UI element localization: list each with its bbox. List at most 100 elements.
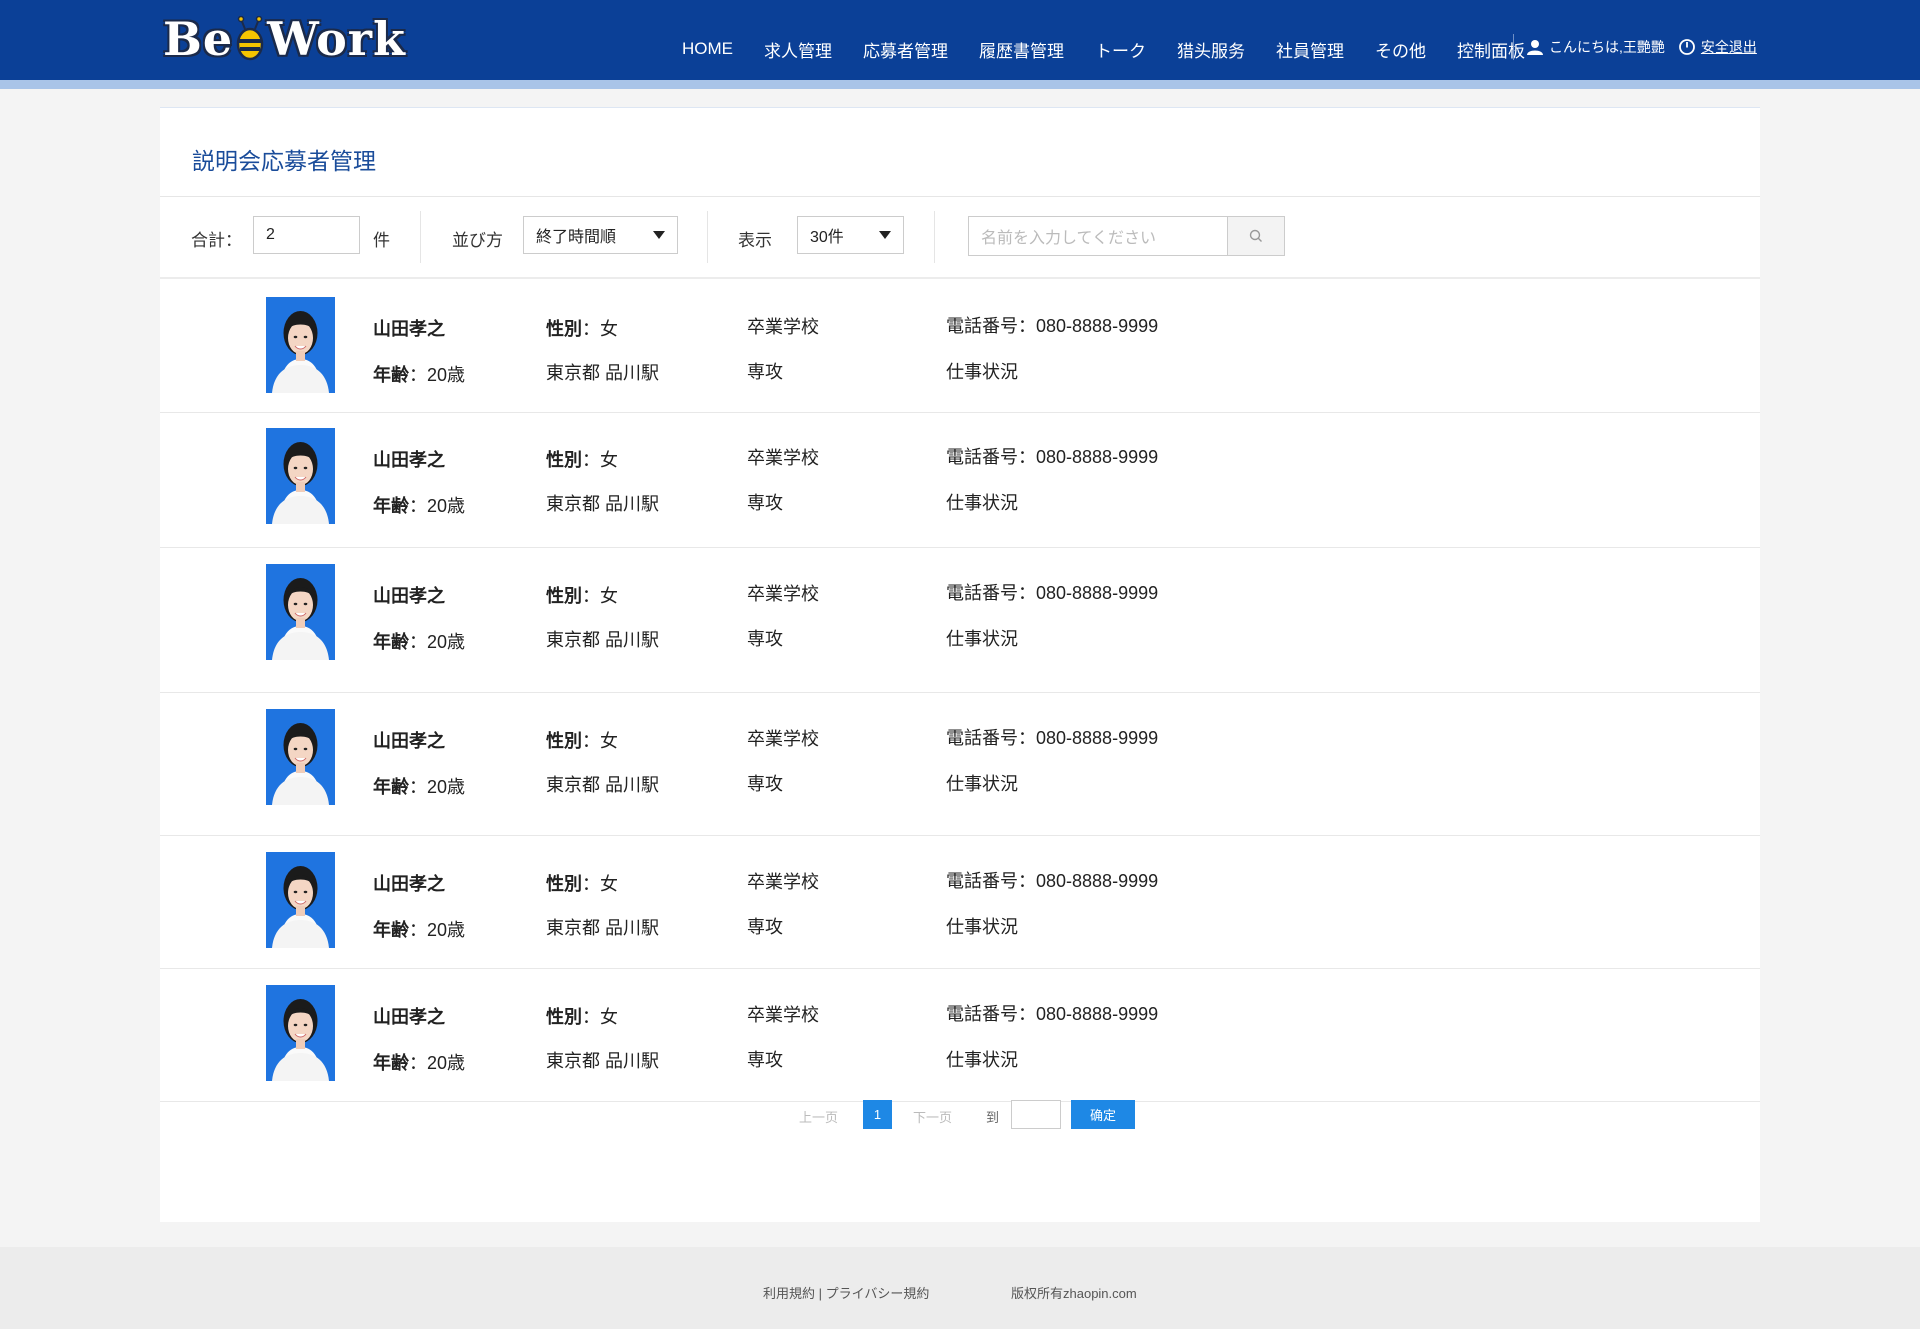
- goto-label: 到: [986, 1110, 1000, 1125]
- applicant-name[interactable]: 山田孝之: [373, 870, 445, 896]
- sort-select[interactable]: 終了時間順: [523, 216, 678, 254]
- applicant-photo[interactable]: [266, 297, 335, 393]
- applicant-photo[interactable]: [266, 852, 335, 948]
- applicant-row[interactable]: 山田孝之 年齢：20歳 性別：女 東京都 品川駅 卒業学校 専攻 電話番号：08…: [160, 547, 1760, 693]
- age-value: 20歳: [427, 1053, 466, 1073]
- logout-button[interactable]: 安全退出: [1678, 37, 1757, 57]
- name-text: 山田孝之: [373, 450, 445, 470]
- prev-page-button[interactable]: 上一页: [799, 1107, 838, 1126]
- page-size-value: 30件: [810, 229, 844, 246]
- applicant-major: 専攻: [747, 493, 783, 513]
- sort-label: 並び方: [452, 231, 503, 250]
- phone-value: 080-8888-9999: [1036, 728, 1159, 748]
- phone-label: 電話番号: [946, 316, 1018, 336]
- total-count-field[interactable]: 2: [253, 216, 360, 254]
- divider: [420, 211, 421, 263]
- applicant-row[interactable]: 山田孝之 年齢：20歳 性別：女 東京都 品川駅 卒業学校 専攻 電話番号：08…: [160, 412, 1760, 548]
- user-icon: [1527, 40, 1543, 55]
- applicant-gender: 性別：女: [546, 450, 618, 470]
- applicant-age: 年齢：20歳: [373, 365, 466, 385]
- copyright: 版权所有zhaopin.com: [1011, 1286, 1137, 1301]
- nav-talk[interactable]: トーク: [1095, 37, 1146, 62]
- user-area: こんにちは,王艷艷 安全退出: [1527, 37, 1757, 57]
- applicant-gender: 性別：女: [546, 586, 618, 606]
- power-icon: [1678, 39, 1695, 55]
- page-size-select[interactable]: 30件: [797, 216, 904, 254]
- nav-home[interactable]: HOME: [682, 39, 733, 59]
- phone-value: 080-8888-9999: [1036, 1004, 1159, 1024]
- nav-job-management[interactable]: 求人管理: [764, 37, 832, 62]
- applicant-photo[interactable]: [266, 428, 335, 524]
- nav-resume-management[interactable]: 履歴書管理: [979, 37, 1064, 62]
- name-text: 山田孝之: [373, 586, 445, 606]
- applicant-row[interactable]: 山田孝之 年齢：20歳 性別：女 東京都 品川駅 卒業学校 専攻 電話番号：08…: [160, 968, 1760, 1102]
- user-greeting: こんにちは,王艷艷: [1549, 39, 1665, 55]
- applicant-school: 卒業学校: [747, 317, 819, 337]
- logout-link[interactable]: 安全退出: [1701, 37, 1757, 57]
- bee-icon: [236, 16, 264, 61]
- applicant-name[interactable]: 山田孝之: [373, 582, 445, 608]
- applicant-photo[interactable]: [266, 709, 335, 805]
- divider: [707, 211, 708, 263]
- gender-value: 女: [600, 731, 618, 751]
- nav-employee-management[interactable]: 社員管理: [1276, 37, 1344, 62]
- applicant-name[interactable]: 山田孝之: [373, 315, 445, 341]
- sort-select-value: 終了時間順: [536, 229, 617, 246]
- terms-link[interactable]: 利用規約: [763, 1286, 815, 1301]
- age-label: 年齢: [373, 777, 409, 797]
- name-text: 山田孝之: [373, 319, 445, 339]
- goto-page-input[interactable]: [1011, 1100, 1061, 1129]
- phone-label: 電話番号: [946, 583, 1018, 603]
- applicant-age: 年齢：20歳: [373, 632, 466, 652]
- applicant-photo[interactable]: [266, 564, 335, 660]
- applicant-age: 年齢：20歳: [373, 920, 466, 940]
- applicant-name[interactable]: 山田孝之: [373, 1003, 445, 1029]
- applicant-row[interactable]: 山田孝之 年齢：20歳 性別：女 東京都 品川駅 卒業学校 専攻 電話番号：08…: [160, 692, 1760, 836]
- gender-value: 女: [600, 319, 618, 339]
- nav-applicant-management[interactable]: 応募者管理: [863, 37, 948, 62]
- divider: [934, 211, 935, 263]
- gender-label: 性別: [546, 874, 582, 894]
- applicant-name[interactable]: 山田孝之: [373, 446, 445, 472]
- gender-label: 性別: [546, 450, 582, 470]
- applicant-location: 東京都 品川駅: [546, 494, 660, 514]
- main-panel: 説明会応募者管理 合計： 2 件 並び方 終了時間順 表示 30件 名前を入力し…: [160, 107, 1760, 1222]
- applicant-name[interactable]: 山田孝之: [373, 727, 445, 753]
- privacy-link[interactable]: プライバシー規約: [826, 1286, 930, 1301]
- gender-label: 性別: [546, 731, 582, 751]
- nav-headhunting[interactable]: 猎头服务: [1177, 37, 1245, 62]
- age-label: 年齢: [373, 920, 409, 940]
- applicant-major: 専攻: [747, 362, 783, 382]
- search-button[interactable]: [1227, 216, 1285, 256]
- name-text: 山田孝之: [373, 1007, 445, 1027]
- phone-value: 080-8888-9999: [1036, 871, 1159, 891]
- age-value: 20歳: [427, 920, 466, 940]
- page-number-current[interactable]: 1: [863, 1100, 892, 1129]
- applicant-work-status: 仕事状況: [946, 362, 1018, 382]
- beework-logo[interactable]: Be Work: [163, 10, 406, 68]
- applicant-photo[interactable]: [266, 985, 335, 1081]
- nav-control-panel[interactable]: 控制面板: [1457, 37, 1525, 62]
- applicant-work-status: 仕事状況: [946, 917, 1018, 937]
- footer-links: 利用規約 | プライバシー規約: [763, 1283, 929, 1302]
- search-placeholder: 名前を入力してください: [981, 230, 1157, 247]
- goto-confirm-button[interactable]: 确定: [1071, 1100, 1135, 1129]
- phone-label: 電話番号: [946, 447, 1018, 467]
- display-label: 表示: [738, 231, 772, 250]
- applicant-row[interactable]: 山田孝之 年齢：20歳 性別：女 東京都 品川駅 卒業学校 専攻 電話番号：08…: [160, 835, 1760, 969]
- nav-other[interactable]: その他: [1375, 37, 1426, 62]
- footer-separator: |: [818, 1286, 823, 1301]
- applicant-location: 東京都 品川駅: [546, 918, 660, 938]
- age-label: 年齢: [373, 632, 409, 652]
- applicant-phone: 電話番号：080-8888-9999: [946, 871, 1159, 891]
- total-unit: 件: [373, 231, 390, 250]
- next-page-button[interactable]: 下一页: [913, 1107, 952, 1126]
- page-title: 説明会応募者管理: [192, 148, 376, 174]
- gender-label: 性別: [546, 1007, 582, 1027]
- search-input[interactable]: 名前を入力してください: [968, 216, 1228, 256]
- search-icon: [1249, 229, 1262, 242]
- age-value: 20歳: [427, 365, 466, 385]
- applicant-school: 卒業学校: [747, 729, 819, 749]
- applicant-phone: 電話番号：080-8888-9999: [946, 1004, 1159, 1024]
- applicant-row[interactable]: 山田孝之 年齢：20歳 性別：女 東京都 品川駅 卒業学校 専攻 電話番号：08…: [160, 278, 1760, 413]
